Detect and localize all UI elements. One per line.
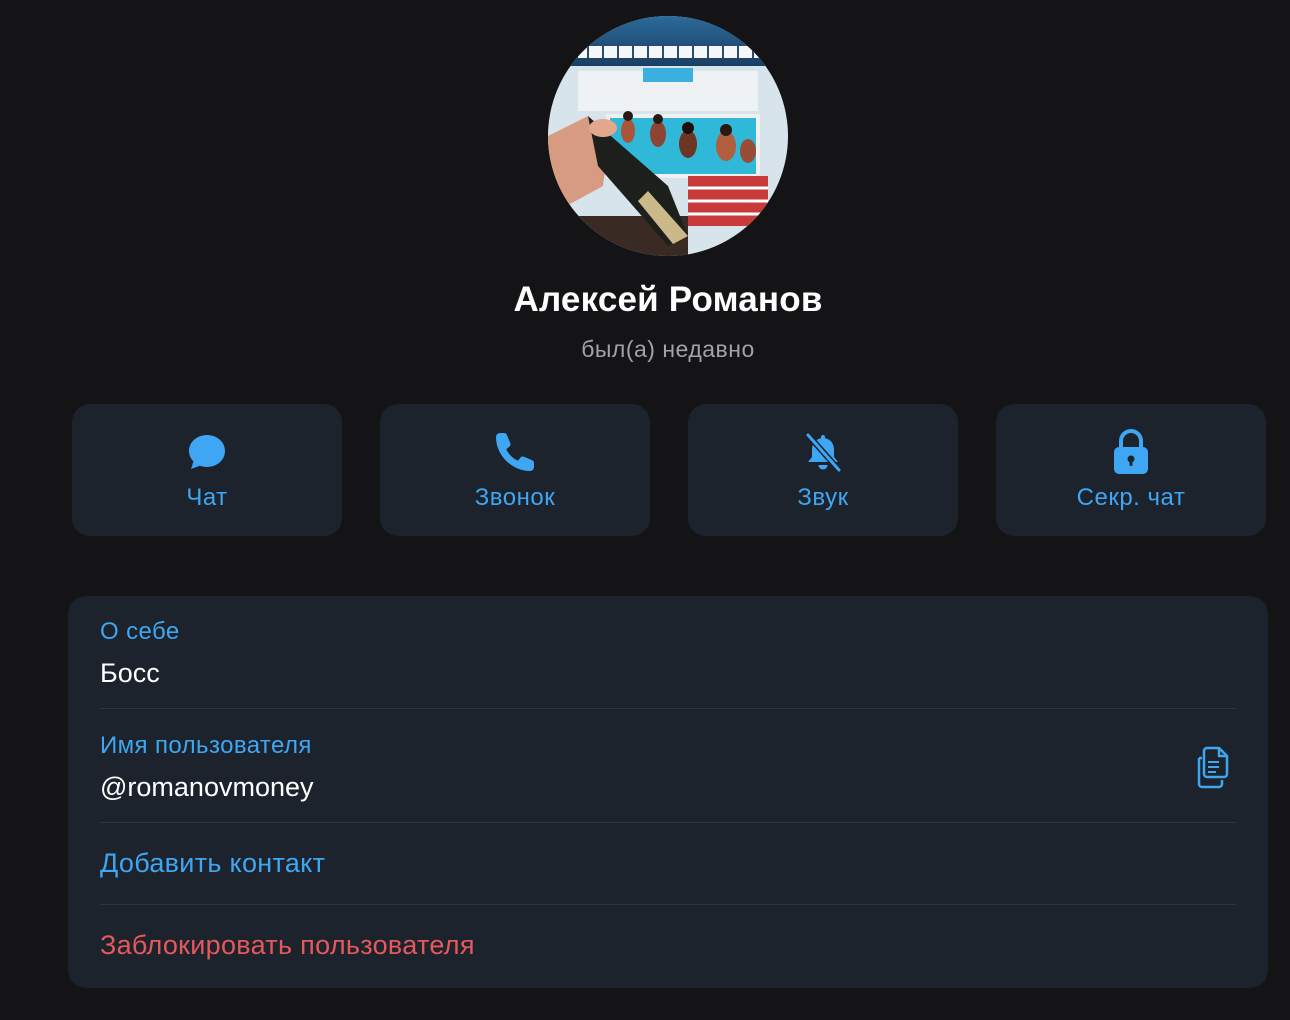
profile-page: Алексей Романов был(а) недавно Чат Звоно… bbox=[0, 0, 1290, 1020]
sound-button-label: Звук bbox=[797, 484, 849, 511]
username-label: Имя пользователя bbox=[100, 732, 312, 759]
avatar[interactable] bbox=[548, 16, 788, 256]
info-card: О себе Босс Имя пользователя @romanovmon… bbox=[68, 596, 1268, 988]
action-bar: Чат Звонок Звук Секр. чат bbox=[72, 404, 1266, 536]
copy-username-button[interactable] bbox=[1190, 744, 1238, 792]
username-value[interactable]: @romanovmoney bbox=[100, 772, 314, 803]
divider bbox=[100, 904, 1236, 905]
contact-name: Алексей Романов bbox=[513, 280, 823, 319]
bell-muted-icon bbox=[688, 428, 958, 476]
last-seen-status: был(а) недавно bbox=[581, 336, 755, 362]
sound-button[interactable]: Звук bbox=[688, 404, 958, 536]
add-contact-button[interactable]: Добавить контакт bbox=[100, 848, 325, 879]
bio-value[interactable]: Босс bbox=[100, 658, 160, 689]
call-button[interactable]: Звонок bbox=[380, 404, 650, 536]
secret-chat-button-label: Секр. чат bbox=[1076, 484, 1186, 511]
divider bbox=[100, 708, 1236, 709]
copy-icon bbox=[1197, 746, 1229, 789]
phone-icon bbox=[380, 428, 650, 476]
block-user-button[interactable]: Заблокировать пользователя bbox=[100, 930, 475, 961]
chat-button[interactable]: Чат bbox=[72, 404, 342, 536]
divider bbox=[100, 822, 1236, 823]
lock-icon bbox=[996, 428, 1266, 476]
bio-label: О себе bbox=[100, 618, 180, 645]
chat-bubble-icon bbox=[72, 428, 342, 476]
chat-button-label: Чат bbox=[186, 484, 228, 511]
avatar-photo bbox=[548, 16, 788, 256]
secret-chat-button[interactable]: Секр. чат bbox=[996, 404, 1266, 536]
call-button-label: Звонок bbox=[474, 484, 556, 511]
